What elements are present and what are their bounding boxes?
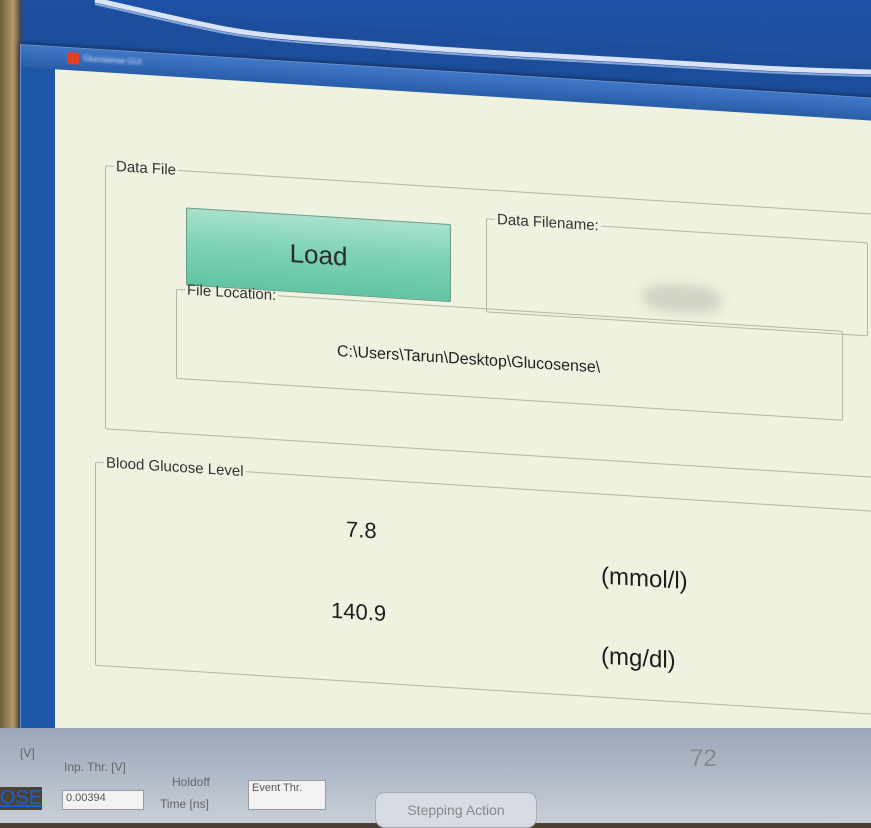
file-location-value: C:\Users\Tarun\Desktop\Glucosense\: [337, 342, 601, 377]
mgdl-value: 140.9: [331, 597, 387, 627]
mmol-value: 7.8: [346, 516, 377, 544]
holdoff-label: Holdoff: [172, 775, 210, 789]
inp-thr-input[interactable]: 0.00394: [62, 790, 144, 810]
app-window: Glucosense GUI Data File Load Data Filen…: [20, 44, 871, 823]
window-title: Glucosense GUI: [83, 53, 142, 67]
mmol-unit: (mmol/l): [601, 562, 688, 596]
data-file-legend: Data File: [116, 158, 177, 179]
data-filename-legend: Data Filename:: [497, 211, 599, 235]
v-unit-label: [V]: [20, 746, 35, 760]
window-client-area: Data File Load Data Filename: File Locat…: [55, 69, 871, 822]
time-ns-label: Time [ns]: [160, 797, 209, 811]
inp-thr-label: Inp. Thr. [V]: [64, 760, 126, 774]
ose-link[interactable]: OSE: [0, 787, 43, 810]
blood-glucose-panel: Blood Glucose Level 7.8 (mmol/l) 140.9 (…: [95, 453, 871, 720]
app-icon: [67, 51, 79, 65]
mgdl-unit: (mg/dl): [601, 642, 676, 675]
blood-glucose-legend: Blood Glucose Level: [106, 454, 244, 481]
event-thr-box[interactable]: Event Thr.: [248, 780, 326, 810]
monitor-bezel-left: [0, 0, 22, 823]
data-file-panel: Data File Load Data Filename: File Locat…: [105, 157, 871, 479]
page-number: 72: [690, 745, 717, 772]
